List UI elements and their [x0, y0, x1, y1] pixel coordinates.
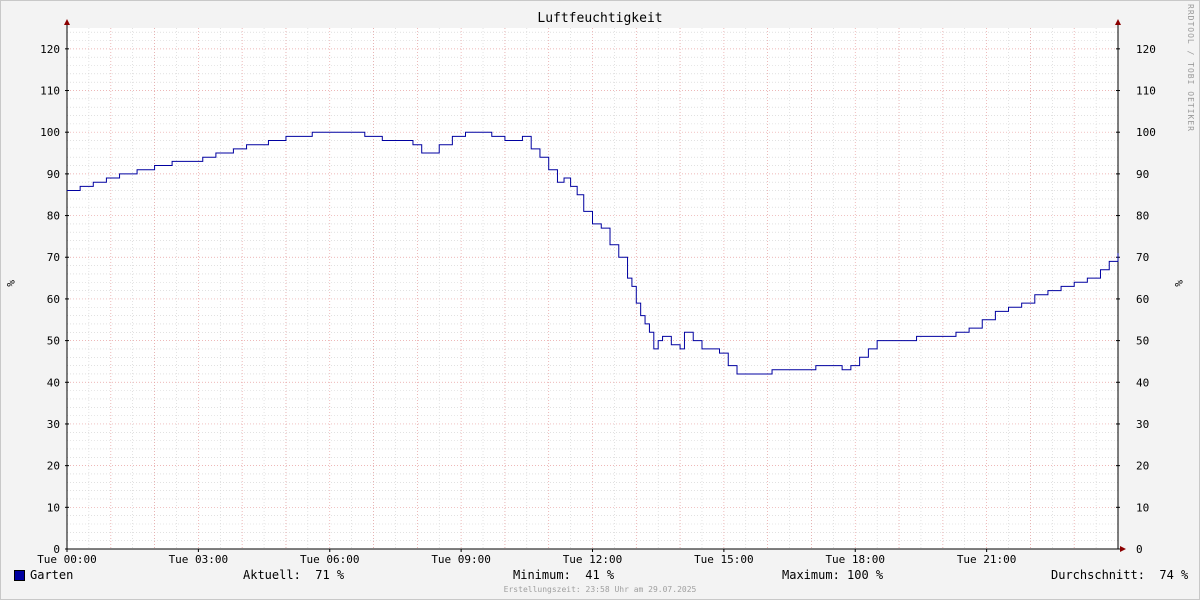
x-tick-label: Tue 18:00: [825, 553, 885, 566]
chart-svg: 0 010 1020 2030 3040 4050 5060 6070 7080 8090 9010…: [37, 19, 1156, 566]
y-tick-label-right: 80: [1136, 210, 1149, 223]
y-tick-label-left: 40: [47, 376, 60, 389]
y-tick-label-left: 10: [47, 501, 60, 514]
y-tick-label-right: 40: [1136, 376, 1149, 389]
y-tick-label-right: 120: [1136, 43, 1156, 56]
y-tick-label-left: 100: [40, 126, 60, 139]
y-tick-label-right: 70: [1136, 251, 1149, 264]
y-tick-label-right: 50: [1136, 335, 1149, 348]
y-tick-label-right: 100: [1136, 126, 1156, 139]
legend-series-name: Garten: [30, 568, 74, 582]
y-tick-label-left: 80: [47, 210, 60, 223]
legend-minimum: Minimum: 41 %: [513, 568, 615, 582]
x-tick-label: Tue 06:00: [300, 553, 360, 566]
x-tick-label: Tue 03:00: [169, 553, 229, 566]
y-tick-label-right: 60: [1136, 293, 1149, 306]
legend-swatch-garten: [14, 570, 25, 581]
x-tick-label: Tue 09:00: [431, 553, 491, 566]
y-tick-label-right: 0: [1136, 543, 1143, 556]
legend-average: Durchschnitt: 74 %: [1051, 568, 1189, 582]
y-tick-label-left: 30: [47, 418, 60, 431]
y-tick-label-left: 110: [40, 85, 60, 98]
y-axis-arrow-right: [1115, 19, 1121, 25]
y-tick-label-left: 120: [40, 43, 60, 56]
y-tick-label-left: 60: [47, 293, 60, 306]
x-tick-label: Tue 12:00: [563, 553, 623, 566]
x-tick-label: Tue 00:00: [37, 553, 97, 566]
y-tick-label-right: 110: [1136, 85, 1156, 98]
legend-current: Aktuell: 71 %: [243, 568, 345, 582]
creation-timestamp: Erstellungszeit: 23:58 Uhr am 29.07.2025: [503, 585, 697, 594]
y-tick-label-right: 10: [1136, 501, 1149, 514]
y-tick-label-left: 90: [47, 168, 60, 181]
x-tick-label: Tue 15:00: [694, 553, 754, 566]
y-tick-label-right: 90: [1136, 168, 1149, 181]
y-tick-label-right: 20: [1136, 460, 1149, 473]
x-axis-arrow: [1120, 546, 1126, 552]
legend-maximum: Maximum: 100 %: [782, 568, 884, 582]
y-axis-arrow-left: [64, 19, 70, 25]
y-tick-label-right: 30: [1136, 418, 1149, 431]
y-tick-label-left: 20: [47, 460, 60, 473]
x-tick-label: Tue 21:00: [957, 553, 1017, 566]
y-tick-label-left: 50: [47, 335, 60, 348]
y-tick-label-left: 70: [47, 251, 60, 264]
